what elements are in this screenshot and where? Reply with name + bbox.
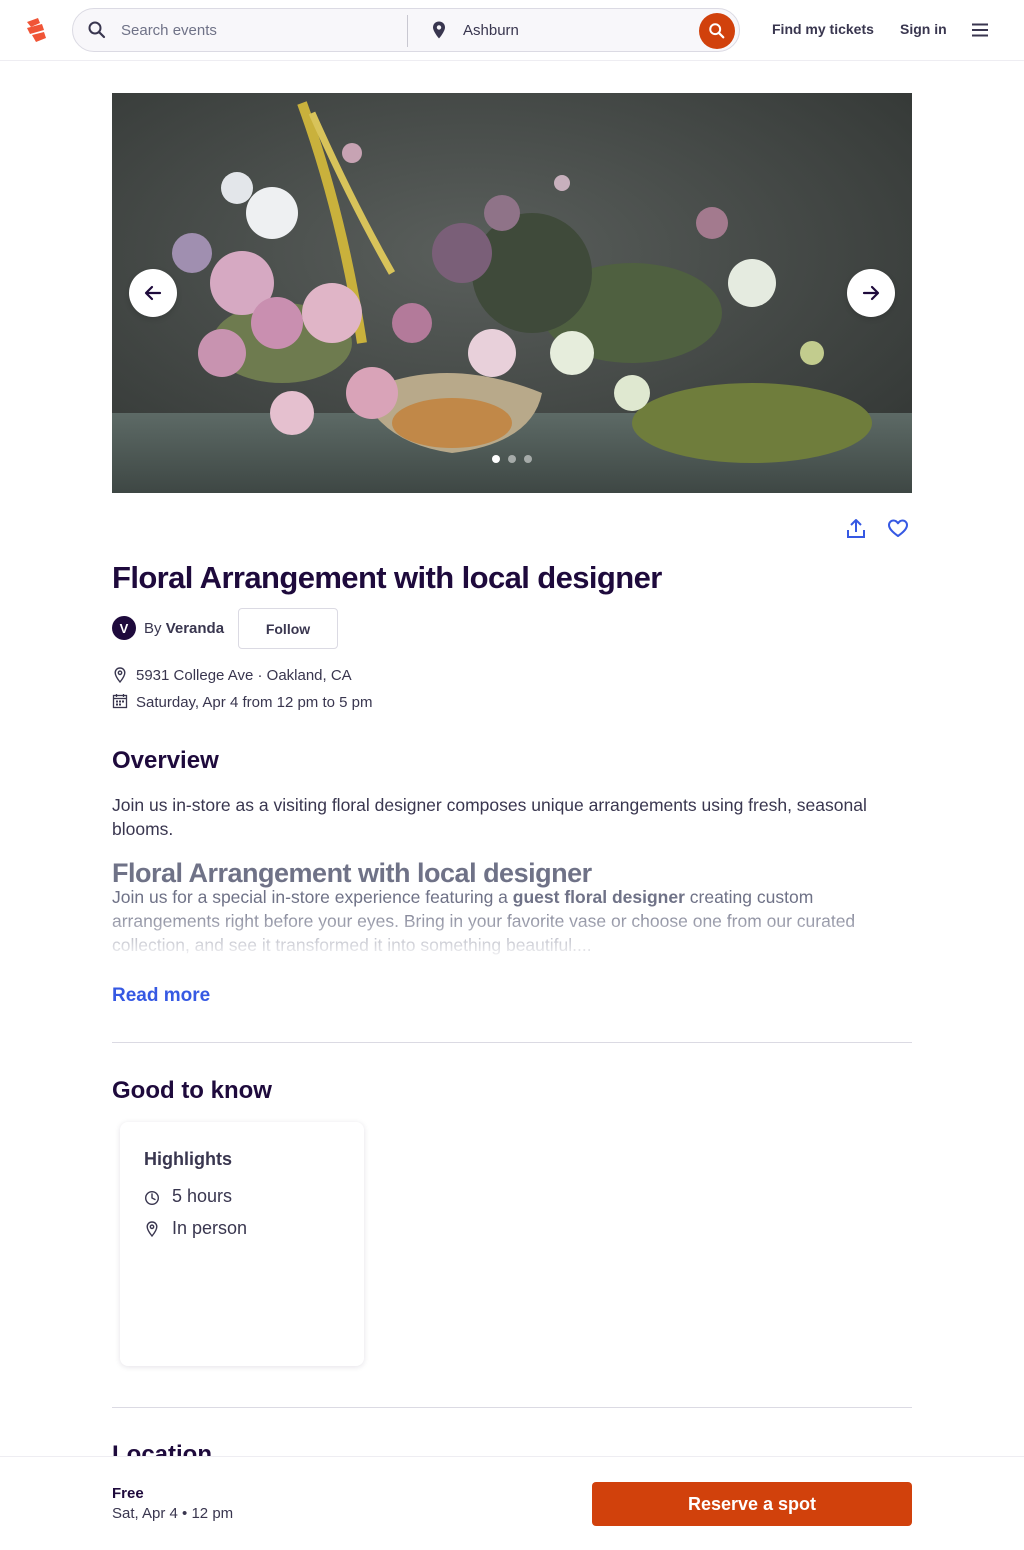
organizer-name-link[interactable]: Veranda [166, 620, 224, 637]
read-more-link[interactable]: Read more [112, 985, 210, 1007]
good-to-know-heading: Good to know [112, 1077, 272, 1104]
event-datetime: Saturday, Apr 4 from 12 pm to 5 pm [136, 694, 373, 711]
highlights-card: Highlights 5 hours In person [120, 1122, 364, 1366]
location-input[interactable] [463, 19, 683, 41]
search-submit-button[interactable] [699, 13, 735, 49]
overview-heading: Overview [112, 747, 219, 774]
section-divider [112, 1042, 912, 1043]
description-intro: Join us for a special in-store experienc… [112, 887, 513, 907]
search-divider [407, 15, 408, 47]
clock-icon [144, 1190, 160, 1206]
search-bar [72, 8, 740, 52]
highlight-format: In person [172, 1218, 248, 1238]
organizer-avatar[interactable]: V [112, 616, 136, 640]
carousel-dot[interactable] [508, 455, 516, 463]
eventbrite-logo[interactable] [24, 16, 50, 44]
carousel-next-button[interactable] [847, 269, 895, 317]
section-divider [112, 1407, 912, 1408]
description-fade-overlay [100, 905, 920, 965]
find-my-tickets-link[interactable]: Find my tickets [772, 21, 874, 37]
heart-icon[interactable] [887, 518, 909, 540]
sticky-checkout-bar: Free Sat, Apr 4 • 12 pm Reserve a spot [0, 1456, 1024, 1550]
arrow-right-icon [862, 285, 880, 301]
event-image-carousel [112, 93, 912, 493]
carousel-dots [492, 455, 532, 463]
search-icon [88, 21, 106, 39]
highlights-title: Highlights [144, 1149, 232, 1169]
overview-summary: Join us in-store as a visiting floral de… [112, 795, 867, 839]
follow-button[interactable]: Follow [238, 608, 338, 649]
carousel-prev-button[interactable] [129, 269, 177, 317]
hamburger-menu-icon[interactable] [970, 20, 990, 40]
highlight-duration: 5 hours [172, 1186, 233, 1206]
ticket-price: Free [112, 1485, 144, 1502]
location-pin-icon [433, 21, 445, 39]
event-address[interactable]: 5931 College Ave · Oakland, CA [136, 667, 352, 684]
floral-arrangement-image [112, 93, 912, 493]
footer-datetime: Sat, Apr 4 • 12 pm [112, 1505, 234, 1522]
sign-in-link[interactable]: Sign in [900, 21, 947, 37]
search-icon [709, 23, 725, 39]
carousel-dot[interactable] [524, 455, 532, 463]
location-pin-icon [146, 1221, 158, 1237]
event-title: Floral Arrangement with local designer [112, 560, 662, 595]
organizer-byline: By Veranda [144, 620, 224, 637]
reserve-spot-button[interactable]: Reserve a spot [592, 1482, 912, 1526]
location-pin-icon [114, 667, 126, 683]
search-input[interactable] [121, 19, 401, 41]
arrow-left-icon [144, 285, 162, 301]
share-icon[interactable] [845, 518, 867, 540]
carousel-dot[interactable] [492, 455, 500, 463]
description-bold: guest floral designer [512, 887, 685, 907]
by-label: By [144, 620, 162, 637]
calendar-icon [112, 694, 128, 709]
top-header: Find my tickets Sign in [0, 0, 1024, 61]
